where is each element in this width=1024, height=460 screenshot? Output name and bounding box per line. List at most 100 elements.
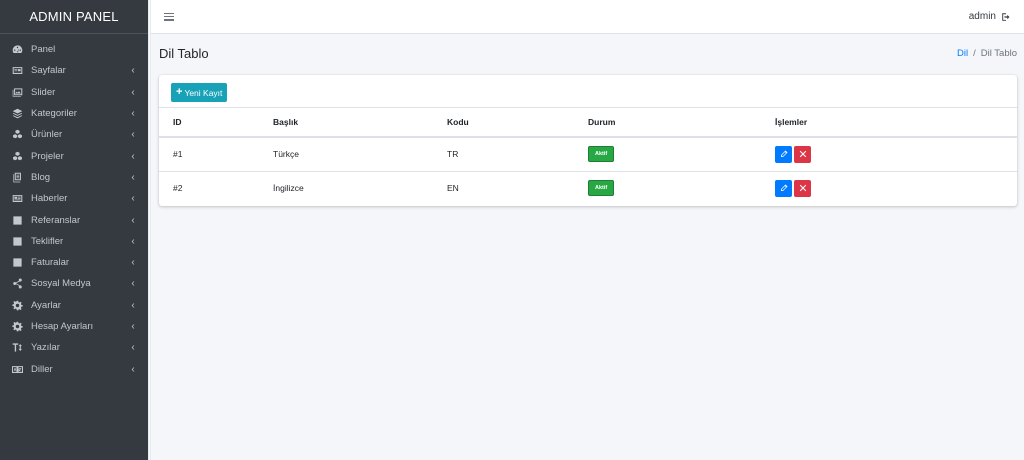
sidebar-item-diller[interactable]: Diller ‹ [0,358,148,379]
breadcrumb-current: Dil Tablo [980,47,1017,59]
column-header-id: ID [159,108,273,138]
gear-icon [11,320,24,333]
sidebar-item-projeler[interactable]: Projeler ‹ [0,145,148,166]
cell-title: İngilizce [273,183,304,194]
page-title: Dil Tablo [159,45,209,61]
newspaper-icon [11,192,24,205]
status-badge[interactable]: Aktif [588,146,615,163]
sidebar-item-ayarlar[interactable]: Ayarlar ‹ [0,295,148,316]
chevron-left-icon: ‹ [131,129,135,141]
edit-button[interactable] [775,179,792,197]
delete-button[interactable] [794,145,811,163]
sidebar-item-label: Kategoriler [31,108,77,120]
user-logout-link[interactable]: admin [969,11,1011,22]
language-icon [11,363,24,376]
cell-status: Aktif [588,171,775,205]
chevron-left-icon: ‹ [131,278,135,290]
card-header: + Yeni Kayıt [159,75,1017,108]
sidebar-item-sayfalar[interactable]: Sayfalar ‹ [0,60,148,81]
chevron-left-icon: ‹ [131,214,135,226]
content-header: Dil Tablo Dil / Dil Tablo [159,44,1017,62]
images-icon [11,86,24,99]
chevron-left-icon: ‹ [131,299,135,311]
sidebar-item-label: Panel [31,44,56,56]
sidebar-item-yazilar[interactable]: Yazılar ‹ [0,337,148,358]
cell-actions [775,171,1017,205]
sidebar-item-label: Referanslar [31,214,81,226]
cell-id: #2 [173,183,183,194]
sidebar-item-label: Faturalar [31,257,70,269]
cell-actions [775,137,1017,172]
table-row: #2 İngilizce EN Aktif [159,171,1017,205]
status-badge[interactable]: Aktif [588,180,615,197]
pencil-icon [780,150,787,158]
sidebar-divider [148,0,151,460]
hamburger-menu-icon[interactable] [164,12,174,21]
sidebar-item-slider[interactable]: Slider ‹ [0,82,148,103]
sidebar-item-sosyal-medya[interactable]: Sosyal Medya ‹ [0,273,148,294]
sidebar-item-kategoriler[interactable]: Kategoriler ‹ [0,103,148,124]
chevron-left-icon: ‹ [131,86,135,98]
chevron-left-icon: ‹ [131,171,135,183]
sidebar: ADMIN PANEL Panel Sayfalar ‹ Slider ‹ Ka… [0,0,148,460]
breadcrumb: Dil / Dil Tablo [957,48,1017,59]
cell-code: EN [447,183,459,194]
sidebar-item-panel[interactable]: Panel [0,39,148,60]
id-card-icon [11,64,24,77]
sidebar-item-label: Slider [31,86,56,98]
file-signature-icon [11,235,24,248]
chevron-left-icon: ‹ [131,235,135,247]
breadcrumb-separator: / [973,47,976,59]
close-icon [799,151,806,158]
text-height-icon [11,341,24,354]
file-signature-icon [11,256,24,269]
sidebar-item-faturalar[interactable]: Faturalar ‹ [0,252,148,273]
chevron-left-icon: ‹ [131,150,135,162]
chevron-left-icon: ‹ [131,193,135,205]
language-table: ID Başlık Kodu Durum İşlemler #1 Türkçe … [159,108,1017,205]
close-icon [799,185,806,192]
column-header-code: Kodu [447,108,588,138]
top-navbar: admin [151,0,1024,34]
sidebar-item-haberler[interactable]: Haberler ‹ [0,188,148,209]
dashboard-icon [11,43,24,56]
cubes-icon [11,150,24,163]
cell-title: Türkçe [273,137,447,172]
column-header-actions: İşlemler [775,108,1017,138]
language-table-card: + Yeni Kayıt ID Başlık Kodu Durum İşleml… [159,75,1017,206]
cubes-icon [11,128,24,141]
layers-icon [11,107,24,120]
sidebar-item-hesap-ayarlari[interactable]: Hesap Ayarları ‹ [0,316,148,337]
sidebar-item-label: Sayfalar [31,65,66,77]
sidebar-item-label: Projeler [31,150,64,162]
sidebar-item-label: Hesap Ayarları [31,321,94,332]
table-row: #1 Türkçe TR Aktif [159,137,1017,172]
chevron-left-icon: ‹ [131,321,135,332]
gear-icon [11,299,24,312]
cell-status: Aktif [588,137,775,172]
sign-out-icon [1002,12,1010,21]
column-header-status: Durum [588,108,775,138]
delete-button[interactable] [794,179,811,197]
sidebar-item-referanslar[interactable]: Referanslar ‹ [0,209,148,230]
sidebar-item-blog[interactable]: Blog ‹ [0,167,148,188]
edit-button[interactable] [775,145,792,163]
sidebar-item-label: Sosyal Medya [31,278,91,290]
sidebar-item-label: Ürünler [31,129,63,141]
sidebar-item-label: Blog [31,171,51,183]
cell-id: #1 [159,137,273,172]
sidebar-item-teklifler[interactable]: Teklifler ‹ [0,231,148,252]
username: admin [968,11,996,22]
blog-icon [11,171,24,184]
brand-title[interactable]: ADMIN PANEL [0,0,148,34]
sidebar-item-urunler[interactable]: Ürünler ‹ [0,124,148,145]
sidebar-item-label: Teklifler [31,235,64,247]
new-record-button[interactable]: + Yeni Kayıt [171,83,228,102]
column-header-title: Başlık [273,108,447,138]
sidebar-item-label: Haberler [31,193,68,205]
sidebar-item-label: Yazılar [31,342,60,354]
sidebar-menu: Panel Sayfalar ‹ Slider ‹ Kategoriler ‹ … [0,34,148,380]
cell-code: TR [447,137,588,172]
sidebar-item-label: Diller [31,363,53,375]
breadcrumb-link-dil[interactable]: Dil [957,48,968,59]
